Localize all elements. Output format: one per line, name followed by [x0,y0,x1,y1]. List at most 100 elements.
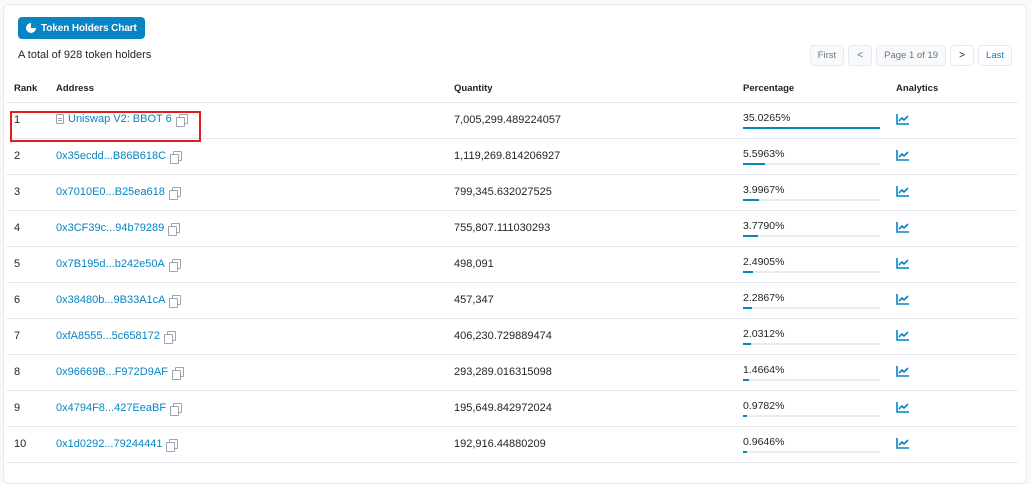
percentage-text: 2.2867% [743,291,785,304]
percentage-cell: 2.4905% [735,246,888,283]
percentage-bar-fill [743,198,759,201]
analytics-chart-icon[interactable] [896,257,910,269]
analytics-chart-icon[interactable] [896,185,910,197]
rank-cell: 2 [6,138,48,175]
address-link[interactable]: 0x1d0292...79244441 [56,438,179,452]
copy-icon[interactable] [163,330,176,344]
analytics-chart-icon[interactable] [896,365,910,377]
table-row: 7 0xfA8555...5c658172 406,230.729889474 2.0… [6,318,1018,355]
address-link[interactable]: 0x7010E0...B25ea618 [56,186,181,200]
percentage-bar [743,414,880,417]
quantity-cell: 799,345.632027525 [446,174,735,211]
token-holders-chart-button[interactable]: Token Holders Chart [18,17,145,39]
percentage-text: 3.7790% [743,219,785,232]
chevron-left-icon: < [857,50,864,61]
copy-icon[interactable] [170,402,183,416]
quantity-cell: 192,916.44880209 [446,426,735,463]
analytics-cell [888,246,1018,283]
percentage-bar [743,378,880,381]
percentage-text: 5.5963% [743,147,785,160]
quantity-cell: 457,347 [446,282,735,319]
total-holders-text: A total of 928 token holders [18,49,152,61]
analytics-cell [888,138,1018,175]
percentage-cell: 2.0312% [735,318,888,355]
analytics-cell [888,210,1018,247]
percentage-bar [743,306,880,309]
address-text: 0x3CF39c...94b79289 [56,222,165,234]
rank-cell: 8 [6,354,48,391]
prev-page-button[interactable]: < [848,45,873,66]
percentage-bar-fill [743,342,751,345]
table-header-row: Rank Address Quantity Percentage Analyti… [6,76,1018,103]
address-link[interactable]: 0x35ecdd...B86B618C [56,150,183,164]
page-info: Page 1 of 19 [876,45,947,66]
copy-icon[interactable] [168,186,181,200]
copy-icon[interactable] [170,150,183,164]
percentage-text: 0.9782% [743,399,785,412]
address-cell: 0x7010E0...B25ea618 [48,174,446,211]
address-link[interactable]: 0x7B195d...b242e50A [56,258,181,272]
percentage-bar [743,162,880,165]
address-link[interactable]: 0x38480b...9B33A1cA [56,294,182,308]
percentage-cell: 0.9782% [735,390,888,427]
pie-chart-icon [26,23,36,33]
address-cell: 0xfA8555...5c658172 [48,318,446,355]
percentage-bar-fill [743,162,765,165]
quantity-cell: 406,230.729889474 [446,318,735,355]
percentage-bar-fill [743,378,749,381]
address-cell: 0x38480b...9B33A1cA [48,282,446,319]
percentage-cell: 5.5963% [735,138,888,175]
analytics-chart-icon[interactable] [896,293,910,305]
copy-icon[interactable] [169,294,182,308]
table-row: 3 0x7010E0...B25ea618 799,345.632027525 3.9… [6,174,1018,211]
percentage-bar [743,198,880,201]
table-row: 10 0x1d0292...79244441 192,916.44880209 0.9… [6,426,1018,463]
address-link[interactable]: 0x4794F8...427EeaBF [56,402,183,416]
analytics-chart-icon[interactable] [896,221,910,233]
percentage-cell: 35.0265% [735,102,888,139]
analytics-chart-icon[interactable] [896,113,910,125]
analytics-chart-icon[interactable] [896,329,910,341]
rank-cell: 5 [6,246,48,283]
copy-icon[interactable] [168,222,181,236]
percentage-bar-fill [743,450,747,453]
chart-button-label: Token Holders Chart [41,22,137,34]
rank-cell: 9 [6,390,48,427]
address-link[interactable]: 0x96669B...F972D9AF [56,366,184,380]
analytics-cell [888,390,1018,427]
percentage-bar-fill [743,306,752,309]
quantity-cell: 498,091 [446,246,735,283]
address-cell: 0x4794F8...427EeaBF [48,390,446,427]
next-page-button[interactable]: > [950,45,975,66]
quantity-cell: 293,289.016315098 [446,354,735,391]
address-text: 0x7B195d...b242e50A [56,258,165,270]
copy-icon[interactable] [166,438,179,452]
copy-icon[interactable] [168,258,181,272]
percentage-cell: 3.9967% [735,174,888,211]
header-quantity: Quantity [446,76,735,103]
address-text: 0x35ecdd...B86B618C [56,150,167,162]
copy-icon[interactable] [171,366,184,380]
address-text: 0x1d0292...79244441 [56,438,163,450]
table-row: 8 0x96669B...F972D9AF 293,289.016315098 1.4… [6,354,1018,391]
header-rank: Rank [6,76,48,103]
analytics-cell [888,426,1018,463]
address-link[interactable]: 0x3CF39c...94b79289 [56,222,181,236]
quantity-cell: 7,005,299.489224057 [446,102,735,139]
analytics-chart-icon[interactable] [896,437,910,449]
percentage-bar [743,270,880,273]
percentage-cell: 3.7790% [735,210,888,247]
rank-cell: 6 [6,282,48,319]
percentage-text: 3.9967% [743,183,785,196]
address-text: 0x7010E0...B25ea618 [56,186,165,198]
percentage-bar [743,342,880,345]
table-row: 4 0x3CF39c...94b79289 755,807.111030293 3.7… [6,210,1018,247]
rank-cell: 10 [6,426,48,463]
address-link[interactable]: 0xfA8555...5c658172 [56,330,176,344]
last-page-button[interactable]: Last [978,45,1012,66]
address-text: 0x4794F8...427EeaBF [56,402,167,414]
analytics-chart-icon[interactable] [896,401,910,413]
analytics-cell [888,102,1018,139]
first-page-button[interactable]: First [809,45,845,66]
analytics-chart-icon[interactable] [896,149,910,161]
